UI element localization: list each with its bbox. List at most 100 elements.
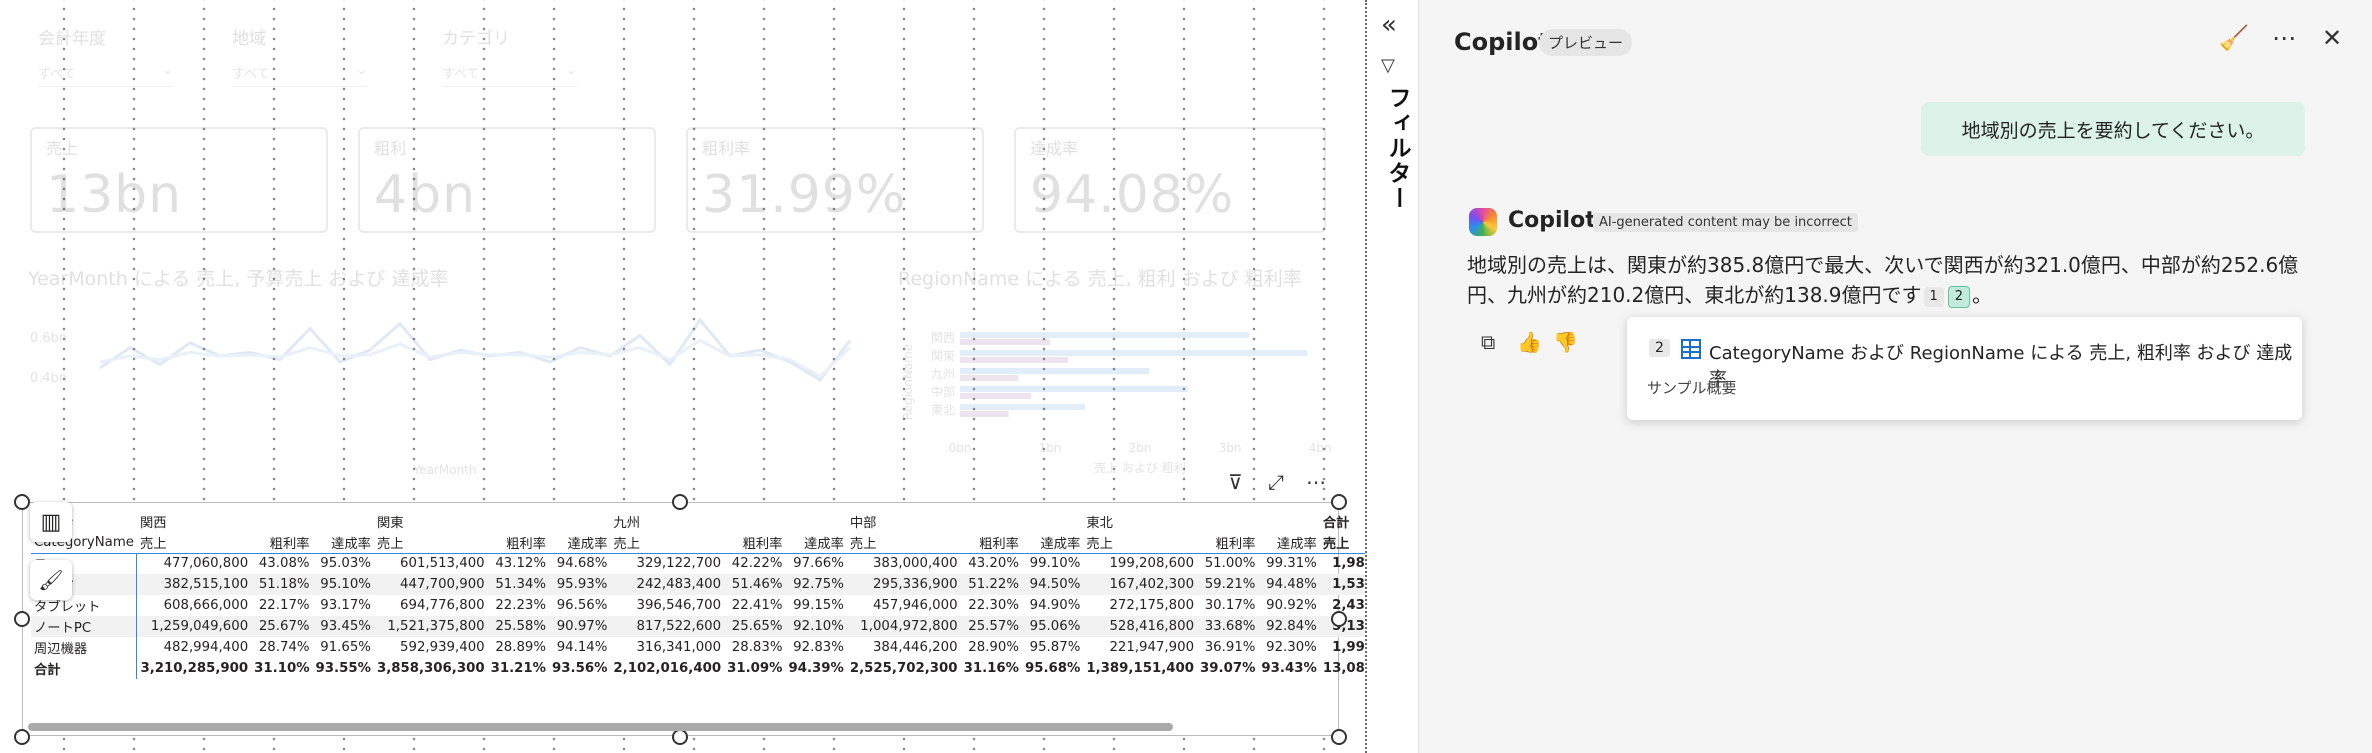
- matrix-cell[interactable]: 90.92%: [1258, 595, 1319, 616]
- matrix-cell[interactable]: 295,336,900: [846, 574, 961, 595]
- matrix-cell[interactable]: 25.58%: [487, 616, 550, 637]
- matrix-cell[interactable]: 95.10%: [312, 574, 374, 595]
- slicer-dropdown[interactable]: すべて ⌄: [38, 63, 173, 87]
- matrix-cell[interactable]: 94.90%: [1022, 595, 1083, 616]
- matrix-cell[interactable]: 94.50%: [1021, 574, 1084, 595]
- matrix-cell[interactable]: 601,513,400: [374, 553, 488, 574]
- tooltip-title[interactable]: CategoryName および RegionName による 売上, 粗利率 …: [1709, 339, 2302, 391]
- matrix-cell[interactable]: 94.39%: [785, 658, 846, 679]
- matrix-cell[interactable]: 447,700,900: [373, 574, 488, 595]
- matrix-cell[interactable]: 94.48%: [1258, 574, 1320, 595]
- matrix-cell[interactable]: 316,341,000: [610, 637, 724, 658]
- measure-header[interactable]: 達成率: [1022, 532, 1083, 553]
- matrix-cell[interactable]: 31.09%: [724, 658, 785, 679]
- measure-header[interactable]: 売上: [1083, 532, 1197, 553]
- matrix-cell[interactable]: 31.21%: [488, 658, 549, 679]
- matrix-cell[interactable]: 95.93%: [549, 574, 611, 595]
- focus-mode-icon[interactable]: ⤢: [1268, 470, 1284, 494]
- matrix-cell[interactable]: 22.17%: [251, 595, 312, 616]
- line-series[interactable]: [99, 338, 852, 379]
- matrix-cell[interactable]: 329,122,700: [610, 553, 724, 574]
- matrix-cell[interactable]: 22.30%: [961, 595, 1022, 616]
- matrix-cell[interactable]: 242,483,400: [610, 574, 725, 595]
- matrix-cell[interactable]: 25.67%: [251, 616, 313, 637]
- more-options-icon[interactable]: ⋯: [1306, 470, 1326, 494]
- bar[interactable]: [960, 411, 1009, 417]
- slicer-dropdown[interactable]: すべて ⌄: [232, 63, 367, 87]
- bar-chart[interactable]: 関西関東九州中部東北 0bn 1bn 2bn 3bn 4bn 売上 および 粗利 Region…: [900, 262, 1340, 482]
- matrix-cell[interactable]: 93.17%: [313, 595, 374, 616]
- matrix-cell[interactable]: 272,175,800: [1083, 595, 1197, 616]
- measure-header[interactable]: 粗利率: [724, 532, 785, 553]
- matrix-cell[interactable]: 528,416,800: [1083, 616, 1198, 637]
- bar[interactable]: [960, 339, 1050, 345]
- matrix-cell[interactable]: 383,000,400: [847, 553, 961, 574]
- region-header-total[interactable]: 合計: [1320, 511, 1365, 532]
- resize-handle[interactable]: [1331, 611, 1347, 627]
- matrix-cell[interactable]: 97.66%: [785, 553, 846, 574]
- matrix-cell[interactable]: 382,515,100: [136, 574, 252, 595]
- matrix-cell[interactable]: 28.90%: [961, 637, 1022, 658]
- bar[interactable]: [960, 375, 1019, 381]
- matrix-cell[interactable]: 482,994,400: [137, 637, 251, 658]
- kpi-card-sales[interactable]: 売上 13bn: [30, 127, 328, 233]
- kpi-card-gross-profit[interactable]: 粗利 4bn: [358, 127, 656, 233]
- matrix-cell[interactable]: 167,402,300: [1083, 574, 1198, 595]
- citation-2[interactable]: 2: [1947, 285, 1971, 308]
- region-header[interactable]: 東北: [1083, 511, 1197, 532]
- matrix-cell[interactable]: 94.68%: [549, 553, 610, 574]
- bar[interactable]: [960, 332, 1249, 338]
- slicer-region[interactable]: 地域 すべて ⌄: [232, 24, 392, 87]
- matrix-cell[interactable]: 95.68%: [1022, 658, 1083, 679]
- resize-handle[interactable]: [1331, 729, 1347, 745]
- matrix-cell[interactable]: 92.75%: [785, 574, 847, 595]
- matrix-cell[interactable]: 93.56%: [549, 658, 610, 679]
- matrix-cell[interactable]: 43.12%: [488, 553, 549, 574]
- matrix-cell[interactable]: 51.46%: [724, 574, 786, 595]
- slicer-dropdown[interactable]: すべて ⌄: [442, 63, 577, 87]
- matrix-cell[interactable]: 1,521,375,800: [373, 616, 488, 637]
- matrix-cell[interactable]: 28.74%: [251, 637, 312, 658]
- resize-handle[interactable]: [672, 494, 688, 510]
- matrix-cell[interactable]: 92.30%: [1258, 637, 1319, 658]
- measure-header[interactable]: 粗利率: [488, 532, 549, 553]
- matrix-cell[interactable]: 59.21%: [1197, 574, 1259, 595]
- matrix-cell[interactable]: 2,102,016,400: [610, 658, 724, 679]
- matrix-cell[interactable]: 477,060,800: [137, 553, 251, 574]
- matrix-cell[interactable]: 92.10%: [785, 616, 847, 637]
- format-paint-button[interactable]: 🖌: [30, 560, 72, 600]
- bar[interactable]: [960, 350, 1308, 356]
- matrix-cell[interactable]: 91.65%: [313, 637, 374, 658]
- matrix-cell[interactable]: 51.34%: [487, 574, 550, 595]
- matrix-cell[interactable]: 694,776,800: [374, 595, 488, 616]
- line-series[interactable]: [99, 317, 852, 382]
- measure-header[interactable]: 売上: [374, 532, 488, 553]
- matrix-cell[interactable]: 99.15%: [785, 595, 846, 616]
- more-options-icon[interactable]: ⋯: [2272, 24, 2296, 52]
- copy-icon[interactable]: ⧉: [1481, 330, 1495, 354]
- matrix-row[interactable]: 合計 3,210,285,900 31.10% 93.55% 3,858,306,300…: [31, 658, 1365, 679]
- matrix-cell[interactable]: 28.83%: [724, 637, 785, 658]
- row-header[interactable]: 合計: [31, 658, 138, 679]
- matrix-cell[interactable]: 93.45%: [312, 616, 374, 637]
- measure-header[interactable]: 売上: [847, 532, 961, 553]
- region-header[interactable]: 関東: [374, 511, 488, 532]
- matrix-cell[interactable]: 608,666,000: [137, 595, 251, 616]
- matrix-cell[interactable]: 384,446,200: [847, 637, 961, 658]
- clear-chat-broom-icon[interactable]: 🧹: [2219, 24, 2249, 52]
- row-header[interactable]: 周辺機器: [31, 637, 138, 658]
- matrix-cell[interactable]: 36.91%: [1197, 637, 1258, 658]
- matrix-cell[interactable]: 51.22%: [960, 574, 1022, 595]
- matrix-cell[interactable]: 99.31%: [1258, 553, 1319, 574]
- region-header[interactable]: 中部: [847, 511, 961, 532]
- close-icon[interactable]: ✕: [2322, 24, 2342, 52]
- matrix-cell[interactable]: 96.56%: [549, 595, 610, 616]
- matrix-cell[interactable]: 3,210,285,900: [137, 658, 251, 679]
- kpi-card-achievement[interactable]: 達成率 94.08%: [1014, 127, 1326, 233]
- matrix-cell[interactable]: 592,939,400: [374, 637, 488, 658]
- thumbs-down-icon[interactable]: 👎: [1553, 330, 1578, 354]
- matrix-cell[interactable]: 94.14%: [549, 637, 610, 658]
- matrix-cell[interactable]: 39.07%: [1197, 658, 1258, 679]
- measure-header[interactable]: 達成率: [785, 532, 846, 553]
- resize-handle[interactable]: [14, 611, 30, 627]
